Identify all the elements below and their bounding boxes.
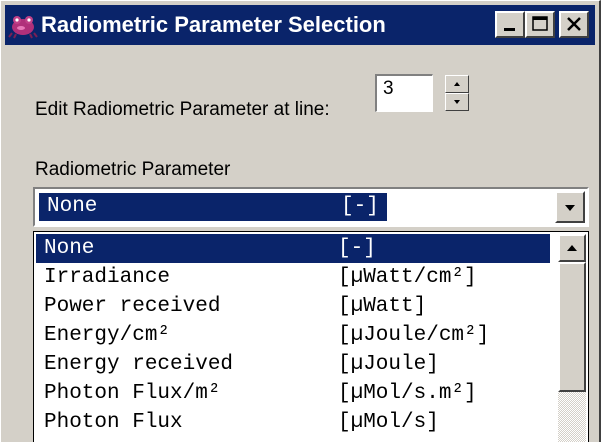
line-label: Edit Radiometric Parameter at line:	[35, 99, 330, 120]
list-item[interactable]: None [-]	[36, 234, 550, 263]
list-item-unit: [-]	[338, 237, 376, 260]
combo-dropdown-button[interactable]	[555, 191, 585, 223]
list-item-name: Energy/cm²	[44, 324, 171, 347]
maximize-icon	[532, 16, 548, 31]
window-title: Radiometric Parameter Selection	[41, 12, 386, 37]
line-number-stepper	[445, 75, 469, 111]
arrow-up-icon	[567, 245, 577, 251]
list-item[interactable]: Irradiance [µWatt/cm²]	[36, 263, 550, 292]
maximize-button[interactable]	[525, 11, 555, 38]
close-icon	[567, 17, 581, 31]
list-item-unit: [µMol/s]	[338, 411, 439, 434]
line-number-field[interactable]: 3	[375, 74, 433, 112]
arrow-up-icon	[454, 82, 460, 86]
chevron-down-icon	[565, 205, 575, 211]
combo-selected-value[interactable]: None [-]	[39, 193, 387, 221]
list-item-unit: [µWatt/cm²]	[338, 266, 477, 289]
frog-icon[interactable]	[7, 9, 39, 41]
close-button[interactable]	[559, 11, 589, 38]
scroll-thumb[interactable]	[558, 262, 586, 392]
list-item-name: None	[44, 237, 95, 260]
parameter-label: Radiometric Parameter	[35, 159, 231, 180]
list-item-unit: [µWatt]	[338, 295, 427, 318]
parameter-dropdown-list[interactable]: None [-] Irradiance [µWatt/cm²] Power receiv…	[33, 231, 589, 442]
parameter-combobox[interactable]: None [-]	[33, 187, 589, 227]
arrow-down-icon	[454, 100, 460, 104]
minimize-icon	[504, 28, 515, 31]
dropdown-items: None [-] Irradiance [µWatt/cm²] Power receiv…	[36, 234, 550, 437]
spin-down-button[interactable]	[445, 93, 469, 111]
window-controls	[495, 11, 589, 38]
title-bar[interactable]: Radiometric Parameter Selection	[5, 5, 595, 45]
list-item[interactable]: Power received [µWatt]	[36, 292, 550, 321]
list-item-name: Energy received	[44, 353, 234, 376]
list-item-name: Irradiance	[44, 266, 171, 289]
list-item-name: Power received	[44, 295, 221, 318]
scroll-up-button[interactable]	[558, 234, 586, 262]
list-item-unit: [µMol/s.m²]	[338, 382, 477, 405]
dialog-window: Radiometric Parameter Selection Edit Rad…	[0, 0, 601, 442]
list-item[interactable]: Photon Flux/m² [µMol/s.m²]	[36, 379, 550, 408]
list-item-unit: [µJoule/cm²]	[338, 324, 490, 347]
list-item[interactable]: Energy/cm² [µJoule/cm²]	[36, 321, 550, 350]
list-item-name: Photon Flux	[44, 411, 183, 434]
list-item-unit: [µJoule]	[338, 353, 439, 376]
list-item[interactable]: Energy received [µJoule]	[36, 350, 550, 379]
combo-selected-unit: [-]	[341, 195, 379, 218]
list-item[interactable]: Photon Flux [µMol/s]	[36, 408, 550, 437]
spin-up-button[interactable]	[445, 75, 469, 93]
vertical-scrollbar[interactable]	[558, 234, 586, 442]
combo-selected-name: None	[47, 195, 98, 218]
list-item-name: Photon Flux/m²	[44, 382, 221, 405]
minimize-button[interactable]	[495, 11, 525, 38]
